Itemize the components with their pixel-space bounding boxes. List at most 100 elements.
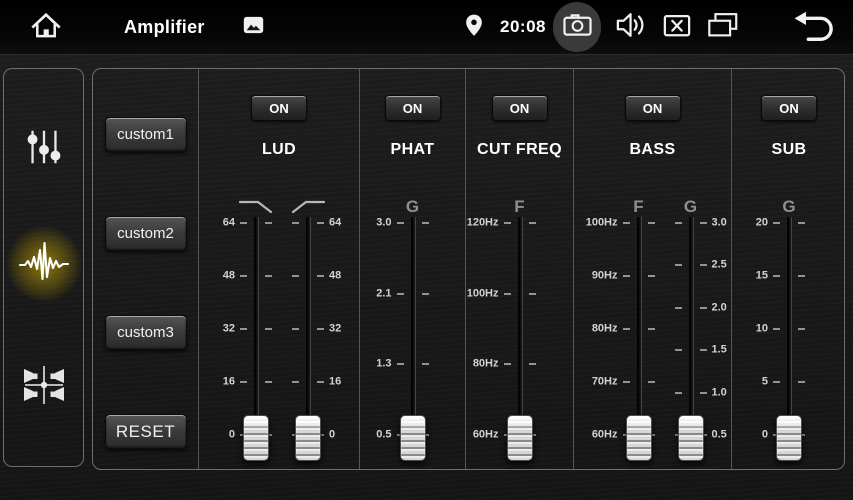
clock: 20:08 [500,0,546,54]
tick-dash [265,275,272,277]
tick-dash [292,328,299,330]
tick-dash [317,275,324,277]
gallery-button[interactable] [243,0,264,54]
lud-slider-1-track[interactable] [254,217,259,443]
status-bar: Amplifier 20:08 [0,0,853,55]
tick-label: 70Hz [577,377,618,388]
tick-dash [773,381,780,383]
lud-slider-2-knob[interactable] [295,415,321,461]
home-icon [27,7,65,48]
channel-lud: ONLUD644832160644832160 [198,69,359,469]
sidebar-item-fader-balance[interactable] [16,359,72,415]
cut-freq-on-button[interactable]: ON [492,95,548,121]
sub-slider-1-track[interactable] [787,217,792,443]
tick-dash [397,293,404,295]
custom2-button[interactable]: custom2 [105,216,187,251]
back-button[interactable] [791,0,839,54]
tick-label: 90Hz [577,271,618,282]
phat-slider-1-knob[interactable] [400,415,426,461]
sub-slider-1-knob[interactable] [776,415,802,461]
bass-slider-1-label: F [633,198,643,215]
close-app-icon [662,11,692,44]
channel-sub: ON SUB G20151050 [731,69,846,469]
tick-dash [422,363,429,365]
phat-on-button[interactable]: ON [385,95,441,121]
tick-dash [292,381,299,383]
tick-dash [675,307,682,309]
gallery-icon [243,16,264,39]
tick-label: 60Hz [458,430,499,441]
tick-dash [240,222,247,224]
tick-dash [648,222,655,224]
tick-dash [422,293,429,295]
cut-freq-slider-1: F120Hz100Hz80Hz60Hz [458,181,546,435]
lud-slider-1-knob[interactable] [243,415,269,461]
bass-slider-1-track[interactable] [637,217,642,443]
sub-on-button[interactable]: ON [761,95,817,121]
back-icon [791,6,839,49]
recent-apps-button[interactable] [706,0,740,54]
tick-dash [292,275,299,277]
tick-label: 80Hz [577,324,618,335]
tick-label: 0.5 [369,430,392,441]
close-app-button[interactable] [662,0,692,54]
tick-dash [529,222,536,224]
bass-on-button[interactable]: ON [625,95,681,121]
tick-dash [700,349,707,351]
lud-on-button[interactable]: ON [251,95,307,121]
tick-dash [240,381,247,383]
sub-slider-1: G20151050 [745,181,815,435]
tick-dash [700,264,707,266]
tick-dash [504,222,511,224]
tick-dash [798,328,805,330]
phat-slider-1: G3.02.11.30.5 [369,181,439,435]
tick-label: 3.0 [369,218,392,229]
tick-dash [317,222,324,224]
bass-slider-1-knob[interactable] [626,415,652,461]
home-button[interactable] [27,0,65,54]
cut-freq-slider-1-track[interactable] [518,217,523,443]
tick-dash [773,328,780,330]
camera-button[interactable] [553,2,601,52]
tick-label: 48 [212,271,235,282]
volume-button[interactable] [615,0,647,54]
tick-dash [648,275,655,277]
bass-slider-2-knob[interactable] [678,415,704,461]
tick-dash [675,392,682,394]
bass-slider-2-track[interactable] [689,217,694,443]
channels: ONLUD644832160644832160ONPHATG3.02.11.30… [198,69,846,469]
lud-slider-2-track[interactable] [306,217,311,443]
tick-label: 32 [329,324,341,335]
tick-label: 5 [745,377,768,388]
custom3-button[interactable]: custom3 [105,315,187,350]
custom1-button[interactable]: custom1 [105,117,187,152]
amplifier-panel: custom1 custom2 custom3 RESET ONLUD64483… [92,68,845,470]
location-button[interactable] [464,0,484,54]
equalizer-icon [23,127,65,172]
amplifier-screen: { "topbar": { "title": "Amplifier", "tim… [0,0,853,500]
tick-label: 16 [212,377,235,388]
cut-freq-title: CUT FREQ [466,141,573,159]
tick-label: 3.0 [712,218,727,229]
tick-dash [675,349,682,351]
tick-dash [265,222,272,224]
tick-label: 32 [212,324,235,335]
sidebar [3,68,84,467]
tick-dash [700,392,707,394]
tick-dash [240,328,247,330]
tick-label: 0 [212,430,235,441]
lud-slider-1: 644832160 [212,181,282,435]
sidebar-item-sound-effect[interactable] [16,236,72,292]
tick-dash [623,222,630,224]
tick-dash [623,275,630,277]
cut-freq-slider-1-knob[interactable] [507,415,533,461]
tick-dash [317,381,324,383]
sub-title: SUB [732,141,846,159]
phat-slider-1-track[interactable] [411,217,416,443]
cut-freq-sliders: F120Hz100Hz80Hz60Hz [466,181,573,435]
sidebar-item-equalizer[interactable] [16,121,72,177]
tick-label: 1.3 [369,359,392,370]
tick-label: 120Hz [458,218,499,229]
tick-dash [700,307,707,309]
reset-button[interactable]: RESET [105,414,187,449]
